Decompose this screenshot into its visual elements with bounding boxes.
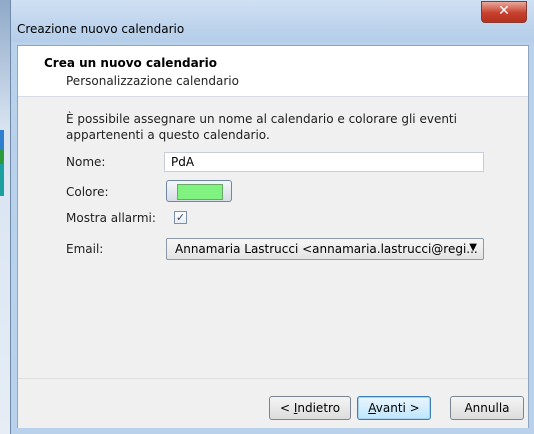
color-picker-button[interactable]: [166, 180, 232, 202]
back-button-label: ndietro: [297, 401, 341, 415]
next-button-accel: A: [368, 401, 376, 415]
email-selected-value: Annamaria Lastrucci <annamaria.lastrucci…: [175, 242, 478, 256]
dialog-window: Creazione nuovo calendario ✕ Crea un nuo…: [10, 0, 534, 434]
title-bar[interactable]: Creazione nuovo calendario ✕: [11, 0, 534, 42]
wizard-body: È possibile assegnare un nome al calenda…: [18, 97, 528, 378]
name-label: Nome:: [66, 155, 106, 169]
close-icon: ✕: [498, 3, 510, 19]
back-button[interactable]: < Indietro: [269, 396, 351, 420]
email-label: Email:: [66, 242, 104, 256]
cancel-button[interactable]: Annulla: [450, 396, 524, 420]
background-marker: [0, 160, 4, 196]
color-swatch: [177, 184, 223, 200]
next-button[interactable]: Avanti >: [357, 396, 431, 420]
dropdown-arrow-icon: ▼: [469, 242, 477, 253]
email-dropdown[interactable]: Annamaria Lastrucci <annamaria.lastrucci…: [166, 238, 484, 260]
next-button-label: vanti >: [375, 401, 420, 415]
color-label: Colore:: [66, 185, 109, 199]
wizard-header: Crea un nuovo calendario Personalizzazio…: [18, 46, 528, 97]
wizard-footer: < Indietro Avanti > Annulla: [18, 378, 528, 428]
description-text: È possibile assegnare un nome al calenda…: [66, 112, 457, 142]
wizard-title: Crea un nuovo calendario: [44, 56, 217, 70]
window-title: Creazione nuovo calendario: [17, 22, 185, 36]
back-button-prefix: <: [279, 401, 294, 415]
show-alarms-checkbox[interactable]: ✓: [174, 211, 187, 224]
background-app-strip: [0, 0, 10, 434]
alarms-label: Mostra allarmi:: [66, 211, 156, 225]
background-marker: [0, 150, 3, 164]
name-input[interactable]: [164, 152, 484, 172]
checkmark-icon: ✓: [175, 211, 186, 224]
wizard-subtitle: Personalizzazione calendario: [66, 74, 239, 88]
dialog-content: Crea un nuovo calendario Personalizzazio…: [17, 45, 529, 428]
close-button[interactable]: ✕: [481, 1, 527, 23]
